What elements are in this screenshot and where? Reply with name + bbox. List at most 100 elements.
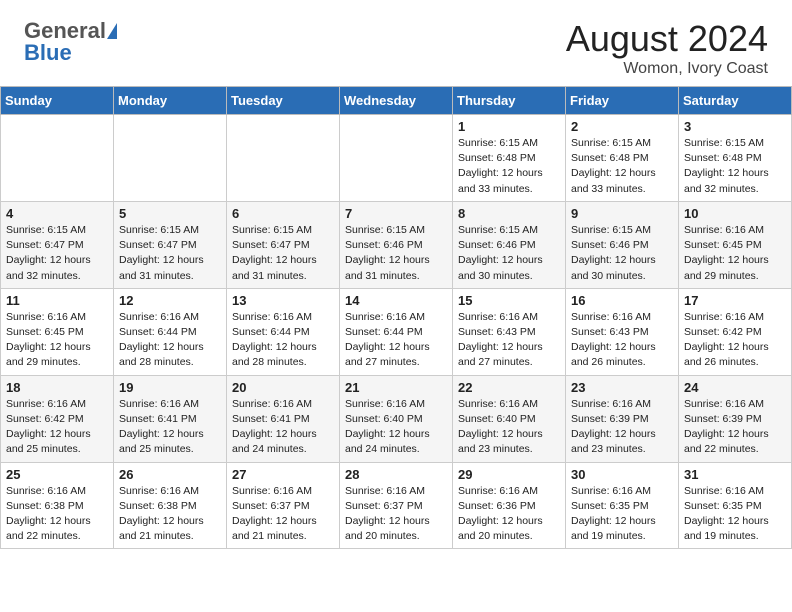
day-info: Sunrise: 6:16 AM Sunset: 6:45 PM Dayligh… (684, 223, 786, 284)
day-cell: 5 Sunrise: 6:15 AM Sunset: 6:47 PM Daylig… (114, 201, 227, 288)
day-number: 26 (119, 467, 221, 482)
day-info: Sunrise: 6:16 AM Sunset: 6:38 PM Dayligh… (6, 484, 108, 545)
day-number: 1 (458, 119, 560, 134)
day-number: 4 (6, 206, 108, 221)
logo: General Blue (24, 18, 117, 66)
day-info: Sunrise: 6:15 AM Sunset: 6:46 PM Dayligh… (571, 223, 673, 284)
day-info: Sunrise: 6:16 AM Sunset: 6:37 PM Dayligh… (345, 484, 447, 545)
day-info: Sunrise: 6:15 AM Sunset: 6:48 PM Dayligh… (684, 136, 786, 197)
day-number: 24 (684, 380, 786, 395)
day-cell: 30Sunrise: 6:16 AM Sunset: 6:35 PM Dayli… (566, 462, 679, 549)
day-cell: 3 Sunrise: 6:15 AM Sunset: 6:48 PM Daylig… (679, 115, 792, 202)
day-info: Sunrise: 6:15 AM Sunset: 6:46 PM Dayligh… (458, 223, 560, 284)
day-info: Sunrise: 6:15 AM Sunset: 6:48 PM Dayligh… (571, 136, 673, 197)
day-number: 7 (345, 206, 447, 221)
day-cell: 26Sunrise: 6:16 AM Sunset: 6:38 PM Dayli… (114, 462, 227, 549)
day-cell: 25 Sunrise: 6:16 AM Sunset: 6:38 PM Dayli… (1, 462, 114, 549)
day-cell: 12Sunrise: 6:16 AM Sunset: 6:44 PM Dayli… (114, 288, 227, 375)
weekday-header-wednesday: Wednesday (340, 87, 453, 115)
day-cell (114, 115, 227, 202)
day-cell: 27 Sunrise: 6:16 AM Sunset: 6:37 PM Dayli… (227, 462, 340, 549)
day-number: 5 (119, 206, 221, 221)
day-number: 20 (232, 380, 334, 395)
day-info: Sunrise: 6:16 AM Sunset: 6:44 PM Dayligh… (232, 310, 334, 371)
day-cell: 11Sunrise: 6:16 AM Sunset: 6:45 PM Dayli… (1, 288, 114, 375)
week-row-2: 4 Sunrise: 6:15 AM Sunset: 6:47 PM Daylig… (1, 201, 792, 288)
day-number: 17 (684, 293, 786, 308)
day-info: Sunrise: 6:15 AM Sunset: 6:47 PM Dayligh… (119, 223, 221, 284)
day-cell: 29 Sunrise: 6:16 AM Sunset: 6:36 PM Dayli… (453, 462, 566, 549)
day-number: 9 (571, 206, 673, 221)
weekday-header-tuesday: Tuesday (227, 87, 340, 115)
day-cell: 31 Sunrise: 6:16 AM Sunset: 6:35 PM Dayli… (679, 462, 792, 549)
day-info: Sunrise: 6:16 AM Sunset: 6:40 PM Dayligh… (345, 397, 447, 458)
weekday-header-friday: Friday (566, 87, 679, 115)
day-number: 31 (684, 467, 786, 482)
day-number: 10 (684, 206, 786, 221)
day-cell: 6 Sunrise: 6:15 AM Sunset: 6:47 PM Daylig… (227, 201, 340, 288)
day-number: 14 (345, 293, 447, 308)
day-cell: 20 Sunrise: 6:16 AM Sunset: 6:41 PM Dayli… (227, 375, 340, 462)
day-cell: 22 Sunrise: 6:16 AM Sunset: 6:40 PM Dayli… (453, 375, 566, 462)
day-number: 18 (6, 380, 108, 395)
day-number: 16 (571, 293, 673, 308)
day-cell: 21 Sunrise: 6:16 AM Sunset: 6:40 PM Dayli… (340, 375, 453, 462)
day-cell: 28 Sunrise: 6:16 AM Sunset: 6:37 PM Dayli… (340, 462, 453, 549)
day-info: Sunrise: 6:16 AM Sunset: 6:41 PM Dayligh… (119, 397, 221, 458)
day-cell: 15Sunrise: 6:16 AM Sunset: 6:43 PM Dayli… (453, 288, 566, 375)
day-cell (1, 115, 114, 202)
week-row-4: 18 Sunrise: 6:16 AM Sunset: 6:42 PM Dayli… (1, 375, 792, 462)
day-cell: 4 Sunrise: 6:15 AM Sunset: 6:47 PM Daylig… (1, 201, 114, 288)
day-number: 3 (684, 119, 786, 134)
day-cell: 18 Sunrise: 6:16 AM Sunset: 6:42 PM Dayli… (1, 375, 114, 462)
week-row-1: 1 Sunrise: 6:15 AM Sunset: 6:48 PM Daylig… (1, 115, 792, 202)
calendar-subtitle: Womon, Ivory Coast (566, 60, 768, 78)
week-row-3: 11Sunrise: 6:16 AM Sunset: 6:45 PM Dayli… (1, 288, 792, 375)
day-info: Sunrise: 6:16 AM Sunset: 6:39 PM Dayligh… (571, 397, 673, 458)
day-number: 28 (345, 467, 447, 482)
day-number: 27 (232, 467, 334, 482)
day-info: Sunrise: 6:16 AM Sunset: 6:36 PM Dayligh… (458, 484, 560, 545)
day-info: Sunrise: 6:16 AM Sunset: 6:42 PM Dayligh… (6, 397, 108, 458)
day-info: Sunrise: 6:15 AM Sunset: 6:47 PM Dayligh… (232, 223, 334, 284)
day-info: Sunrise: 6:16 AM Sunset: 6:37 PM Dayligh… (232, 484, 334, 545)
day-number: 29 (458, 467, 560, 482)
logo-icon (107, 23, 117, 39)
day-info: Sunrise: 6:15 AM Sunset: 6:46 PM Dayligh… (345, 223, 447, 284)
weekday-header-thursday: Thursday (453, 87, 566, 115)
day-info: Sunrise: 6:15 AM Sunset: 6:47 PM Dayligh… (6, 223, 108, 284)
day-number: 23 (571, 380, 673, 395)
day-number: 19 (119, 380, 221, 395)
day-cell: 7 Sunrise: 6:15 AM Sunset: 6:46 PM Daylig… (340, 201, 453, 288)
day-info: Sunrise: 6:16 AM Sunset: 6:45 PM Dayligh… (6, 310, 108, 371)
day-info: Sunrise: 6:16 AM Sunset: 6:40 PM Dayligh… (458, 397, 560, 458)
day-number: 12 (119, 293, 221, 308)
logo-blue-text: Blue (24, 40, 72, 66)
day-info: Sunrise: 6:16 AM Sunset: 6:42 PM Dayligh… (684, 310, 786, 371)
day-info: Sunrise: 6:16 AM Sunset: 6:39 PM Dayligh… (684, 397, 786, 458)
day-info: Sunrise: 6:16 AM Sunset: 6:35 PM Dayligh… (684, 484, 786, 545)
day-cell: 14 Sunrise: 6:16 AM Sunset: 6:44 PM Dayli… (340, 288, 453, 375)
day-cell: 19 Sunrise: 6:16 AM Sunset: 6:41 PM Dayli… (114, 375, 227, 462)
day-cell (227, 115, 340, 202)
day-cell: 1 Sunrise: 6:15 AM Sunset: 6:48 PM Daylig… (453, 115, 566, 202)
day-number: 13 (232, 293, 334, 308)
day-info: Sunrise: 6:16 AM Sunset: 6:43 PM Dayligh… (458, 310, 560, 371)
day-info: Sunrise: 6:16 AM Sunset: 6:41 PM Dayligh… (232, 397, 334, 458)
day-number: 6 (232, 206, 334, 221)
day-cell: 16Sunrise: 6:16 AM Sunset: 6:43 PM Dayli… (566, 288, 679, 375)
day-cell: 10 Sunrise: 6:16 AM Sunset: 6:45 PM Dayli… (679, 201, 792, 288)
day-cell: 23 Sunrise: 6:16 AM Sunset: 6:39 PM Dayli… (566, 375, 679, 462)
day-info: Sunrise: 6:15 AM Sunset: 6:48 PM Dayligh… (458, 136, 560, 197)
day-cell: 24 Sunrise: 6:16 AM Sunset: 6:39 PM Dayli… (679, 375, 792, 462)
day-cell: 17 Sunrise: 6:16 AM Sunset: 6:42 PM Dayli… (679, 288, 792, 375)
day-number: 8 (458, 206, 560, 221)
day-number: 25 (6, 467, 108, 482)
day-number: 21 (345, 380, 447, 395)
weekday-header-monday: Monday (114, 87, 227, 115)
day-number: 22 (458, 380, 560, 395)
day-info: Sunrise: 6:16 AM Sunset: 6:44 PM Dayligh… (345, 310, 447, 371)
calendar-title-area: August 2024 Womon, Ivory Coast (566, 18, 768, 78)
day-cell: 8 Sunrise: 6:15 AM Sunset: 6:46 PM Daylig… (453, 201, 566, 288)
day-number: 30 (571, 467, 673, 482)
